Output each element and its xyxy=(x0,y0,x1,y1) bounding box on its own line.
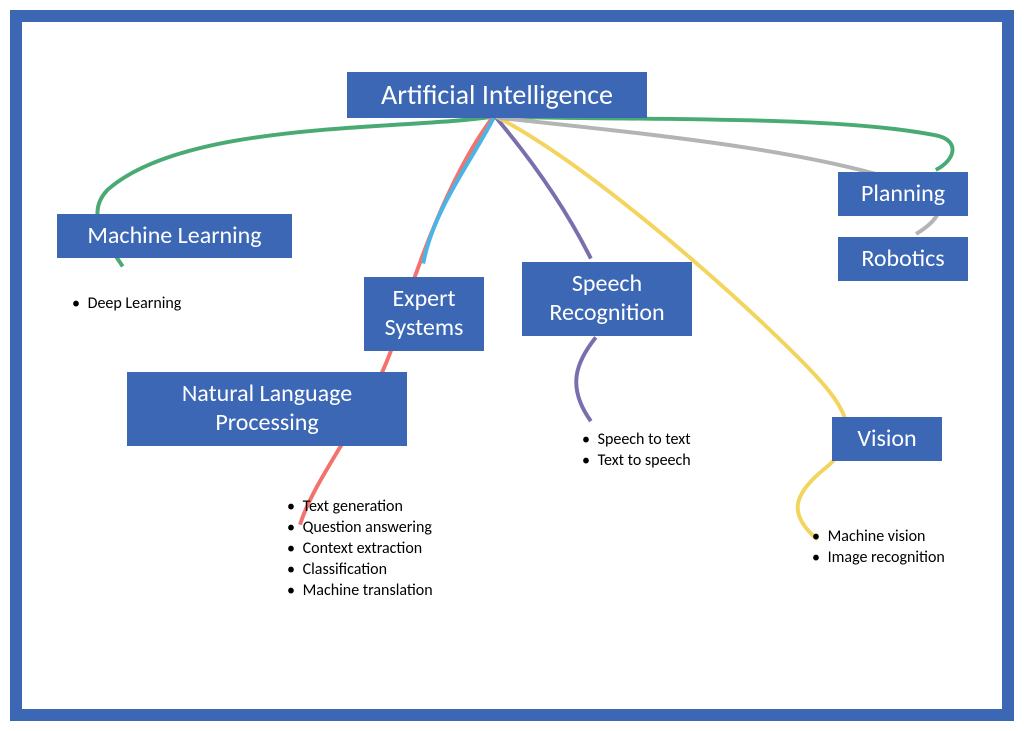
node-nlp-label: Natural Language Processing xyxy=(182,380,352,438)
node-vision-label: Vision xyxy=(857,425,916,454)
connector-lines xyxy=(22,22,1002,709)
bullet-item: Machine vision xyxy=(812,527,945,546)
node-speech: Speech Recognition xyxy=(522,262,692,336)
root-node: Artificial Intelligence xyxy=(347,72,647,118)
node-planning-label: Planning xyxy=(861,180,945,209)
diagram-canvas: Artificial Intelligence Machine Learning… xyxy=(22,22,1002,709)
node-planning: Planning xyxy=(838,172,968,216)
root-label: Artificial Intelligence xyxy=(381,78,613,112)
bullet-item: Speech to text xyxy=(582,430,691,449)
bullet-item: Context extraction xyxy=(287,539,433,558)
bullets-speech: Speech to text Text to speech xyxy=(582,430,691,472)
bullet-item: Machine translation xyxy=(287,581,433,600)
node-speech-label: Speech Recognition xyxy=(549,270,664,328)
node-expert-label: Expert Systems xyxy=(385,285,464,343)
diagram-frame: Artificial Intelligence Machine Learning… xyxy=(10,10,1014,721)
bullet-item: Question answering xyxy=(287,518,433,537)
node-robotics-label: Robotics xyxy=(861,245,944,274)
node-expert: Expert Systems xyxy=(364,277,484,351)
bullets-ml: Deep Learning xyxy=(72,294,181,315)
bullets-vision: Machine vision Image recognition xyxy=(812,527,945,569)
bullet-item: Classification xyxy=(287,560,433,579)
node-ml: Machine Learning xyxy=(57,214,292,258)
bullet-item: Text to speech xyxy=(582,451,691,470)
node-ml-label: Machine Learning xyxy=(87,222,261,251)
bullet-item: Image recognition xyxy=(812,548,945,567)
bullet-item: Deep Learning xyxy=(72,294,181,313)
node-vision: Vision xyxy=(832,417,942,461)
node-robotics: Robotics xyxy=(838,237,968,281)
bullet-item: Text generation xyxy=(287,497,433,516)
bullets-nlp: Text generation Question answering Conte… xyxy=(287,497,433,602)
node-nlp: Natural Language Processing xyxy=(127,372,407,446)
